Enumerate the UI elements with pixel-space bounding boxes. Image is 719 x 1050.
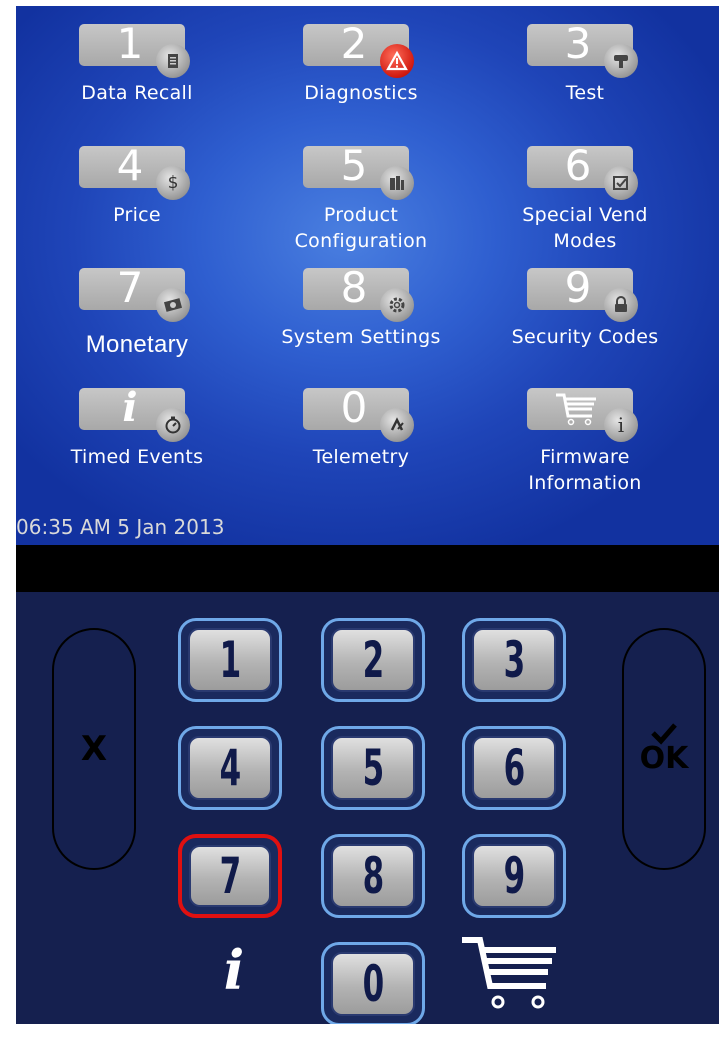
menu-label: Monetary (85, 331, 189, 358)
menu-label: Security Codes (511, 326, 659, 348)
separator-band (16, 545, 719, 592)
menu-item-product-configuration[interactable]: 5 Product Configuration (256, 138, 466, 256)
ok-button[interactable]: OK (622, 628, 706, 870)
menu-item-data-recall[interactable]: 1 Data Recall (32, 16, 242, 134)
checkbox-icon (604, 166, 638, 200)
menu-label: Timed Events (70, 446, 204, 468)
menu-label: System Settings (281, 326, 441, 348)
menu-item-price[interactable]: 4 $ Price (32, 138, 242, 256)
key-2[interactable]: 2 (321, 618, 425, 702)
datetime-display: 06:35 AM 5 Jan 2013 (16, 515, 225, 539)
clipboard-icon (156, 44, 190, 78)
menu-label-line-2: Modes (553, 230, 617, 252)
key-label: 7 (219, 847, 241, 905)
stopwatch-icon (156, 408, 190, 442)
cart-icon (554, 392, 600, 426)
key-label: 1 (219, 631, 241, 689)
menu-item-telemetry[interactable]: 0 Telemetry (256, 380, 466, 498)
menu-label-line-2: Configuration (294, 230, 428, 252)
test-icon (604, 44, 638, 78)
key-label: 0 (362, 955, 384, 1013)
cancel-button[interactable]: X (52, 628, 136, 870)
menu-label-line-1: Product (323, 204, 399, 226)
menu-label: Product Configuration (256, 202, 466, 254)
menu-item-special-vend-modes[interactable]: 6 Special Vend Modes (480, 138, 690, 256)
menu-item-system-settings[interactable]: 8 System Settings (256, 260, 466, 378)
key-label: 3 (503, 631, 525, 689)
key-3[interactable]: 3 (462, 618, 566, 702)
menu-label-line-2: Information (528, 472, 642, 494)
gear-icon (380, 288, 414, 322)
key-6[interactable]: 6 (462, 726, 566, 810)
key-4[interactable]: 4 (178, 726, 282, 810)
menu-item-timed-events[interactable]: i Timed Events (32, 380, 242, 498)
product-icon (380, 166, 414, 200)
menu-label: Diagnostics (304, 82, 418, 104)
menu-label-line-1: Firmware (540, 446, 630, 468)
key-label: 6 (503, 739, 525, 797)
menu-item-test[interactable]: 3 Test (480, 16, 690, 134)
lock-icon (604, 288, 638, 322)
key-label: 8 (362, 847, 384, 905)
key-label: 2 (362, 631, 384, 689)
key-label: 5 (362, 739, 384, 797)
menu-label: Firmware Information (480, 444, 690, 496)
menu-item-monetary[interactable]: 7 Monetary (32, 260, 242, 378)
cancel-label: X (80, 729, 108, 769)
key-1[interactable]: 1 (178, 618, 282, 702)
key-label: 9 (503, 847, 525, 905)
money-icon (156, 288, 190, 322)
menu-label: Data Recall (81, 82, 193, 104)
menu-item-security-codes[interactable]: 9 Security Codes (480, 260, 690, 378)
ok-label-group: OK (639, 722, 689, 776)
telemetry-icon (380, 408, 414, 442)
menu-label: Test (565, 82, 605, 104)
dollar-icon: $ (156, 166, 190, 200)
warning-icon (380, 44, 414, 78)
key-9[interactable]: 9 (462, 834, 566, 918)
key-label: 4 (219, 739, 241, 797)
menu-item-firmware-information[interactable]: i Firmware Information (480, 380, 690, 498)
info-key[interactable]: i (214, 942, 254, 998)
menu-label-line-1: Special Vend (522, 204, 648, 226)
menu-screen: 1 Data Recall 2 Diagnostics 3 Test 4 $ P… (16, 6, 719, 545)
ok-label: OK (639, 740, 689, 776)
key-7[interactable]: 7 (178, 834, 282, 918)
cart-key[interactable] (458, 934, 568, 1012)
cart-icon (462, 937, 556, 1009)
menu-label: Special Vend Modes (480, 202, 690, 254)
keypad-panel: X OK 1 2 3 4 5 6 7 8 9 0 i (16, 592, 719, 1024)
info-icon: i (604, 408, 638, 442)
menu-item-diagnostics[interactable]: 2 Diagnostics (256, 16, 466, 134)
key-5[interactable]: 5 (321, 726, 425, 810)
menu-label: Price (113, 204, 161, 226)
key-8[interactable]: 8 (321, 834, 425, 918)
menu-label: Telemetry (312, 446, 410, 468)
key-0[interactable]: 0 (321, 942, 425, 1024)
